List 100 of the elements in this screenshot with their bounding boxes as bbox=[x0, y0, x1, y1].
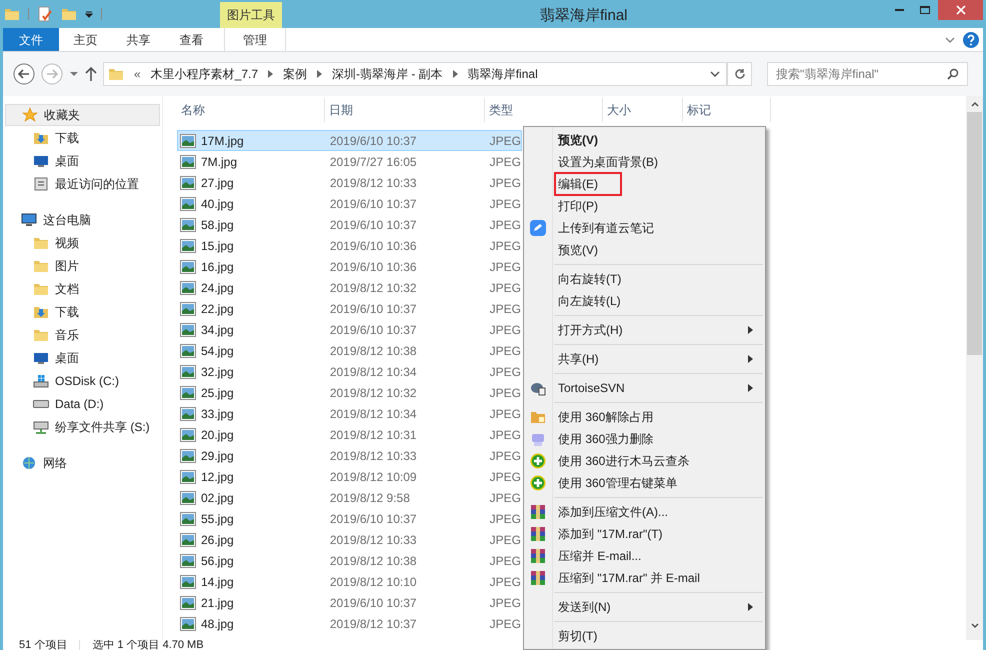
sidebar-item[interactable]: 桌面 bbox=[3, 346, 162, 369]
sidebar-item[interactable]: 桌面 bbox=[3, 149, 162, 172]
search-field[interactable]: 搜索"翡翠海岸final" bbox=[776, 65, 947, 83]
menu-item[interactable]: 编辑(E) bbox=[524, 173, 765, 195]
breadcrumb[interactable]: 木里小程序素材_7.7 bbox=[150, 65, 258, 83]
file-date: 2019/8/12 10:38 bbox=[328, 342, 418, 360]
close-button[interactable] bbox=[938, 0, 983, 20]
file-row[interactable]: 17M.jpg 2019/6/10 10:37 JPEG bbox=[177, 130, 522, 151]
column-header[interactable]: 标记 bbox=[683, 98, 771, 122]
file-date: 2019/8/12 10:33 bbox=[328, 532, 418, 548]
overflow-chevron[interactable]: « bbox=[134, 65, 141, 83]
search-box[interactable]: 搜索"翡翠海岸final" bbox=[767, 62, 968, 86]
file-row[interactable]: 14.jpg 2019/8/12 10:10 JPEG bbox=[177, 571, 522, 592]
breadcrumb-arrow-icon[interactable] bbox=[317, 70, 322, 78]
file-row[interactable]: 33.jpg 2019/8/12 10:34 JPEG bbox=[177, 403, 522, 424]
menu-item[interactable]: 上传到有道云笔记 bbox=[524, 217, 765, 239]
sidebar-item[interactable]: 最近访问的位置 bbox=[3, 172, 162, 195]
file-row[interactable]: 21.jpg 2019/6/10 10:37 JPEG bbox=[177, 592, 522, 613]
column-header[interactable]: 类型 bbox=[485, 98, 603, 122]
file-row[interactable]: 25.jpg 2019/8/12 10:32 JPEG bbox=[177, 382, 522, 403]
sidebar-item[interactable]: 这台电脑 bbox=[3, 209, 162, 231]
file-tab[interactable]: 文件 bbox=[3, 28, 59, 51]
menu-item[interactable]: 压缩到 "17M.rar" 并 E-mail bbox=[524, 567, 765, 589]
menu-item[interactable]: 设置为桌面背景(B) bbox=[524, 151, 765, 173]
file-row[interactable]: 16.jpg 2019/6/10 10:36 JPEG bbox=[177, 256, 522, 277]
file-row[interactable]: 26.jpg 2019/8/12 10:33 JPEG bbox=[177, 529, 522, 550]
file-row[interactable]: 27.jpg 2019/8/12 10:33 JPEG bbox=[177, 172, 522, 193]
properties-icon[interactable] bbox=[37, 6, 53, 22]
column-header[interactable]: 日期 bbox=[325, 98, 485, 122]
menu-item[interactable]: 添加到 "17M.rar"(T) bbox=[524, 523, 765, 545]
breadcrumb[interactable]: 深圳-翡翠海岸 - 副本 bbox=[332, 65, 443, 83]
up-arrow-icon[interactable] bbox=[85, 67, 97, 81]
menu-item[interactable]: 打开方式(H) bbox=[524, 319, 765, 341]
ribbon-tab[interactable]: 查看 bbox=[165, 28, 218, 51]
column-header[interactable]: 名称 bbox=[177, 98, 325, 122]
scroll-thumb[interactable] bbox=[967, 112, 982, 355]
star-icon bbox=[22, 107, 38, 123]
menu-item[interactable]: 向左旋转(L) bbox=[524, 290, 765, 312]
menu-item[interactable]: 打印(P) bbox=[524, 195, 765, 217]
breadcrumb-arrow-icon[interactable] bbox=[268, 70, 274, 78]
file-row[interactable]: 32.jpg 2019/8/12 10:34 JPEG bbox=[177, 361, 522, 382]
menu-item[interactable]: 使用 360进行木马云查杀 bbox=[524, 450, 765, 472]
file-row[interactable]: 20.jpg 2019/8/12 10:31 JPEG bbox=[177, 424, 522, 445]
file-row[interactable]: 58.jpg 2019/6/10 10:37 JPEG bbox=[177, 214, 522, 235]
file-row[interactable]: 7M.jpg 2019/7/27 16:05 JPEG bbox=[177, 151, 522, 172]
menu-item[interactable]: 预览(V) bbox=[524, 129, 765, 151]
menu-item[interactable]: 添加到压缩文件(A)... bbox=[524, 501, 765, 523]
file-type: JPEG bbox=[488, 364, 521, 380]
file-row[interactable]: 48.jpg 2019/8/12 10:37 JPEG bbox=[177, 613, 522, 634]
dropdown-icon[interactable] bbox=[85, 10, 93, 18]
menu-item[interactable]: 向右旋转(T) bbox=[524, 268, 765, 290]
file-row[interactable]: 12.jpg 2019/8/12 10:09 JPEG bbox=[177, 466, 522, 487]
menu-item[interactable]: 共享(H) bbox=[524, 348, 765, 370]
sidebar-item[interactable]: 网络 bbox=[3, 452, 162, 474]
file-row[interactable]: 15.jpg 2019/6/10 10:36 JPEG bbox=[177, 235, 522, 256]
file-row[interactable]: 40.jpg 2019/6/10 10:37 JPEG bbox=[177, 193, 522, 214]
menu-item[interactable]: 剪切(T) bbox=[524, 625, 765, 647]
sidebar-item[interactable]: Data (D:) bbox=[3, 392, 162, 415]
file-type: JPEG bbox=[488, 594, 521, 612]
menu-label: 上传到有道云笔记 bbox=[557, 220, 655, 237]
refresh-button[interactable] bbox=[727, 62, 752, 86]
file-row[interactable]: 22.jpg 2019/6/10 10:37 JPEG bbox=[177, 298, 522, 319]
file-row[interactable]: 34.jpg 2019/6/10 10:37 JPEG bbox=[177, 319, 522, 340]
menu-item[interactable]: 使用 360管理右键菜单 bbox=[524, 472, 765, 494]
menu-item[interactable]: 发送到(N) bbox=[524, 596, 765, 618]
menu-item[interactable]: 压缩并 E-mail... bbox=[524, 545, 765, 567]
back-icon[interactable] bbox=[13, 63, 35, 85]
menu-item[interactable]: TortoiseSVN bbox=[524, 377, 765, 399]
ribbon-tab[interactable]: 共享 bbox=[112, 28, 165, 51]
file-row[interactable]: 56.jpg 2019/8/12 10:38 JPEG bbox=[177, 550, 522, 571]
menu-item[interactable]: 使用 360强力删除 bbox=[524, 428, 765, 450]
file-row[interactable]: 29.jpg 2019/8/12 10:33 JPEG bbox=[177, 445, 522, 466]
file-row[interactable]: 54.jpg 2019/8/12 10:38 JPEG bbox=[177, 340, 522, 361]
sidebar-item[interactable]: 音乐 bbox=[3, 323, 162, 346]
menu-item[interactable]: 使用 360解除占用 bbox=[524, 406, 765, 428]
file-row[interactable]: 24.jpg 2019/8/12 10:32 JPEG bbox=[177, 277, 522, 298]
sidebar-item[interactable]: 收藏夹 bbox=[5, 104, 160, 126]
sidebar-item[interactable]: 下载 bbox=[3, 300, 162, 323]
chevron-down-icon[interactable] bbox=[945, 36, 955, 44]
vertical-scrollbar[interactable] bbox=[966, 96, 983, 640]
breadcrumb[interactable]: 案例 bbox=[283, 65, 308, 83]
sidebar-item[interactable]: 图片 bbox=[3, 254, 162, 277]
menu-item[interactable]: 预览(V) bbox=[524, 239, 765, 261]
sidebar-item[interactable]: 视频 bbox=[3, 231, 162, 254]
breadcrumb-arrow-icon[interactable] bbox=[452, 70, 458, 78]
file-row[interactable]: 55.jpg 2019/6/10 10:37 JPEG bbox=[177, 508, 522, 529]
sidebar-item[interactable]: 纷享文件共享 (S:) bbox=[3, 415, 162, 438]
folder-icon bbox=[530, 409, 546, 425]
file-row[interactable]: 02.jpg 2019/8/12 9:58 JPEG bbox=[177, 487, 522, 508]
address-bar[interactable]: « 木里小程序素材_7.7 案例 深圳-翡翠海岸 - 副本 翡翠海岸final bbox=[103, 62, 727, 86]
recent-dropdown-icon[interactable] bbox=[69, 70, 79, 78]
sidebar-item[interactable]: OSDisk (C:) bbox=[3, 369, 162, 392]
sidebar-item[interactable]: 下载 bbox=[3, 126, 162, 149]
sidebar-item[interactable]: 文档 bbox=[3, 277, 162, 300]
breadcrumb[interactable]: 翡翠海岸final bbox=[468, 65, 538, 83]
help-icon[interactable] bbox=[963, 32, 979, 48]
ribbon-tab[interactable]: 主页 bbox=[59, 28, 112, 51]
column-header[interactable]: 大小 bbox=[603, 98, 683, 122]
ribbon-tab[interactable]: 管理 bbox=[224, 28, 286, 51]
chevron-down-icon[interactable] bbox=[710, 70, 720, 78]
